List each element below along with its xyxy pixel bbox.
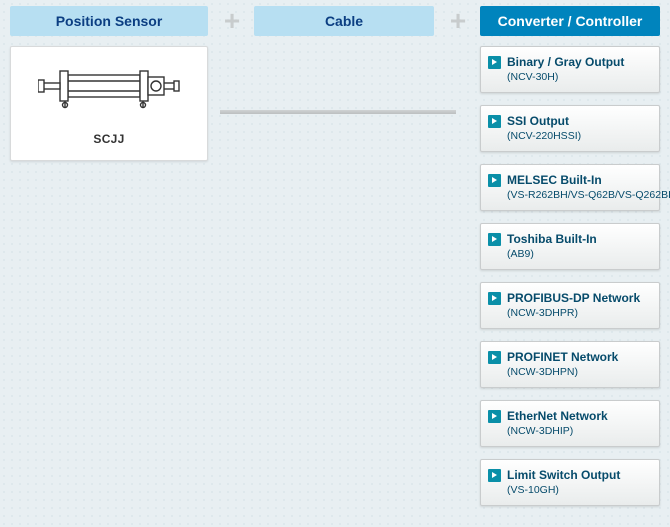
sensor-diagram-icon (38, 63, 180, 109)
column-position-sensor: Position Sensor SCJJ (10, 6, 208, 161)
conv-item-sub: (NCW-3DHIP) (507, 425, 651, 438)
arrow-right-icon (488, 233, 501, 246)
plus-icon: + (218, 7, 246, 35)
conv-item-limit-switch[interactable]: Limit Switch Output (VS-10GH) (480, 459, 660, 506)
conv-item-title: PROFINET Network (507, 350, 651, 364)
conv-item-profinet[interactable]: PROFINET Network (NCW-3DHPN) (480, 341, 660, 388)
conv-item-title: PROFIBUS-DP Network (507, 291, 651, 305)
cable-connector-line (220, 110, 456, 114)
arrow-right-icon (488, 174, 501, 187)
sensor-card[interactable]: SCJJ (10, 46, 208, 161)
conv-item-sub: (NCV-220HSSI) (507, 130, 651, 143)
plus-icon: + (444, 7, 472, 35)
arrow-right-icon (488, 469, 501, 482)
conv-item-sub: (AB9) (507, 248, 651, 261)
header-converter: Converter / Controller (480, 6, 660, 36)
conv-item-binary-gray[interactable]: Binary / Gray Output (NCV-30H) (480, 46, 660, 93)
conv-item-title: SSI Output (507, 114, 651, 128)
conv-item-melsec[interactable]: MELSEC Built-In (VS-R262BH/VS-Q62B/VS-Q2… (480, 164, 660, 211)
arrow-right-icon (488, 351, 501, 364)
conv-item-title: Binary / Gray Output (507, 55, 651, 69)
conv-item-toshiba[interactable]: Toshiba Built-In (AB9) (480, 223, 660, 270)
conv-item-title: Limit Switch Output (507, 468, 651, 482)
conv-item-ssi[interactable]: SSI Output (NCV-220HSSI) (480, 105, 660, 152)
conv-item-sub: (NCV-30H) (507, 71, 651, 84)
conv-item-title: MELSEC Built-In (507, 173, 651, 187)
arrow-right-icon (488, 410, 501, 423)
arrow-right-icon (488, 115, 501, 128)
header-cable: Cable (254, 6, 434, 36)
conv-item-ethernet[interactable]: EtherNet Network (NCW-3DHIP) (480, 400, 660, 447)
conv-item-profibus[interactable]: PROFIBUS-DP Network (NCW-3DHPR) (480, 282, 660, 329)
conv-item-title: Toshiba Built-In (507, 232, 651, 246)
column-converter: Converter / Controller Binary / Gray Out… (480, 6, 660, 518)
arrow-right-icon (488, 292, 501, 305)
conv-item-sub: (NCW-3DHPR) (507, 307, 651, 320)
conv-item-sub: (VS-R262BH/VS-Q62B/VS-Q262BH) (507, 189, 651, 202)
header-position-sensor: Position Sensor (10, 6, 208, 36)
arrow-right-icon (488, 56, 501, 69)
column-cable: Cable (254, 6, 434, 36)
conv-item-sub: (NCW-3DHPN) (507, 366, 651, 379)
converter-list: Binary / Gray Output (NCV-30H) SSI Outpu… (480, 46, 660, 506)
conv-item-title: EtherNet Network (507, 409, 651, 423)
sensor-label: SCJJ (21, 132, 197, 146)
conv-item-sub: (VS-10GH) (507, 484, 651, 497)
